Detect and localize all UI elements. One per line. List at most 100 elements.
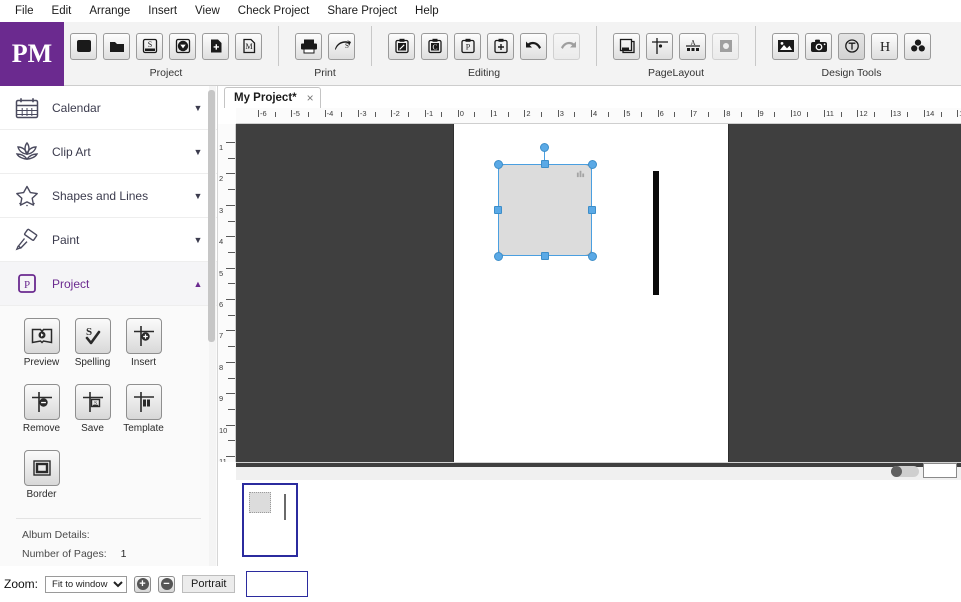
ruler-tick xyxy=(226,299,235,300)
resize-handle-e[interactable] xyxy=(588,206,596,214)
new-project-button[interactable] xyxy=(70,32,97,60)
resize-handle-w[interactable] xyxy=(494,206,502,214)
zoom-in-button[interactable]: + xyxy=(134,575,152,593)
number-of-pages-value: 1 xyxy=(120,548,127,560)
number-of-pages-row: Number of Pages: 1 xyxy=(0,548,217,567)
ruler-tick xyxy=(690,110,692,117)
add-page-button[interactable] xyxy=(202,32,229,60)
calendar-icon xyxy=(14,96,48,120)
sidebar-scrollbar-thumb[interactable] xyxy=(208,90,215,342)
page-thumbnail-page xyxy=(244,485,296,555)
redo-button xyxy=(553,32,580,60)
menu-item-insert[interactable]: Insert xyxy=(139,2,186,20)
chevron-down-icon[interactable]: ▼ xyxy=(191,147,205,157)
sidebar-scrollbar-track[interactable] xyxy=(208,86,216,602)
chevron-down-icon[interactable]: ▼ xyxy=(191,235,205,245)
ruler-tick xyxy=(657,110,659,117)
page-thumbnail-line xyxy=(284,494,286,520)
view-toggle-knob[interactable] xyxy=(891,466,902,477)
menu-item-file[interactable]: File xyxy=(6,2,43,20)
preview-button[interactable]: Preview xyxy=(17,318,66,368)
zoom-select[interactable]: Fit to window xyxy=(45,575,128,593)
chevron-down-icon[interactable]: ▼ xyxy=(191,103,205,113)
border-button[interactable]: Border xyxy=(17,450,66,500)
resize-handle-sw[interactable] xyxy=(494,252,503,261)
ribbon-group-icons: CP xyxy=(388,22,580,66)
add-clipboard-button[interactable] xyxy=(487,32,514,60)
ruler-tick xyxy=(258,110,259,117)
print-button[interactable] xyxy=(295,32,322,60)
sidebar-item-paint[interactable]: Paint ▼ xyxy=(0,218,217,262)
align-button[interactable]: A xyxy=(679,32,706,60)
ruler-minor-tick xyxy=(807,112,809,117)
album-details-title: Album Details: xyxy=(0,529,217,548)
close-icon[interactable]: × xyxy=(307,92,314,104)
view-toggle[interactable] xyxy=(891,466,919,477)
ruler-minor-tick xyxy=(341,112,343,117)
vertical-line-shape[interactable] xyxy=(653,171,659,295)
orientation-preview-field[interactable] xyxy=(246,571,309,597)
sidebar-item-shapes-and-lines[interactable]: Shapes and Lines ▼ xyxy=(0,174,217,218)
clipart-button[interactable] xyxy=(904,32,931,60)
ruler-minor-tick xyxy=(228,377,235,379)
page-thumbnail-1[interactable] xyxy=(242,483,298,557)
guides-button[interactable] xyxy=(646,32,673,60)
ruler-tick xyxy=(226,456,235,457)
template-button[interactable]: Template xyxy=(119,384,168,434)
print-preview-button[interactable]: S xyxy=(328,32,355,60)
menu-item-view[interactable]: View xyxy=(186,2,229,20)
ruler-tick xyxy=(790,110,792,117)
headline-button[interactable]: H xyxy=(871,32,898,60)
save-as-button[interactable] xyxy=(169,32,196,60)
zoom-out-button[interactable]: − xyxy=(158,575,176,593)
ruler-label: 5 xyxy=(626,109,631,118)
spelling-button[interactable]: S Spelling xyxy=(68,318,117,368)
rounded-square-shape[interactable] xyxy=(498,164,592,256)
remove-page-button[interactable]: Remove xyxy=(17,384,66,434)
document-tab[interactable]: My Project* × xyxy=(224,87,321,108)
horizontal-ruler[interactable]: -6-5-4-3-2-10123456789101112131415 xyxy=(236,108,961,124)
ruler-minor-tick xyxy=(607,112,609,117)
open-project-button[interactable] xyxy=(103,32,130,60)
resize-handle-se[interactable] xyxy=(588,252,597,261)
undo-button[interactable] xyxy=(520,32,547,60)
ruler-tick xyxy=(226,361,235,363)
resize-handle-s[interactable] xyxy=(541,252,549,260)
copy-button[interactable]: C xyxy=(421,32,448,60)
canvas-viewport[interactable] xyxy=(236,124,961,462)
sidebar-item-clip-art[interactable]: Clip Art ▼ xyxy=(0,130,217,174)
page-stack-button[interactable] xyxy=(613,32,640,60)
vertical-ruler[interactable]: 1 2 3 4 5 6 7 8 9 10 11 xyxy=(218,124,236,462)
ruler-label: 14 xyxy=(926,109,935,118)
save-page-button[interactable]: S Save xyxy=(68,384,117,434)
ribbon-separator xyxy=(278,26,279,66)
clipboard-copy-icon: C xyxy=(426,37,444,55)
horizontal-scrollbar[interactable] xyxy=(236,462,961,480)
sidebar-item-calendar[interactable]: Calendar ▼ xyxy=(0,86,217,130)
resize-handle-nw[interactable] xyxy=(494,160,503,169)
orientation-button[interactable]: Portrait xyxy=(182,575,236,593)
resize-handle-n[interactable] xyxy=(541,160,549,168)
insert-page-button[interactable]: Insert xyxy=(119,318,168,368)
merge-project-button[interactable]: M xyxy=(235,32,262,60)
menu-item-help[interactable]: Help xyxy=(406,2,448,20)
resize-handle-ne[interactable] xyxy=(588,160,597,169)
insert-photo-button[interactable] xyxy=(772,32,799,60)
ribbon-group-pagelayout: A PageLayout xyxy=(607,22,745,86)
menu-item-check-project[interactable]: Check Project xyxy=(229,2,319,20)
menu-item-edit[interactable]: Edit xyxy=(43,2,81,20)
rotation-handle[interactable] xyxy=(540,143,549,152)
camera-button[interactable] xyxy=(805,32,832,60)
menu-item-arrange[interactable]: Arrange xyxy=(80,2,139,20)
page-canvas[interactable] xyxy=(454,124,728,462)
chevron-up-icon[interactable]: ▲ xyxy=(191,279,205,289)
save-project-button[interactable]: S xyxy=(136,32,163,60)
paste-button[interactable]: P xyxy=(454,32,481,60)
text-tool-button[interactable] xyxy=(838,32,865,60)
menu-item-share-project[interactable]: Share Project xyxy=(318,2,406,20)
chevron-down-icon[interactable]: ▼ xyxy=(191,191,205,201)
cut-button[interactable] xyxy=(388,32,415,60)
ruler-label: 5 xyxy=(219,268,224,278)
page-number-field[interactable] xyxy=(923,463,957,478)
sidebar-item-project[interactable]: P Project ▲ xyxy=(0,262,217,306)
